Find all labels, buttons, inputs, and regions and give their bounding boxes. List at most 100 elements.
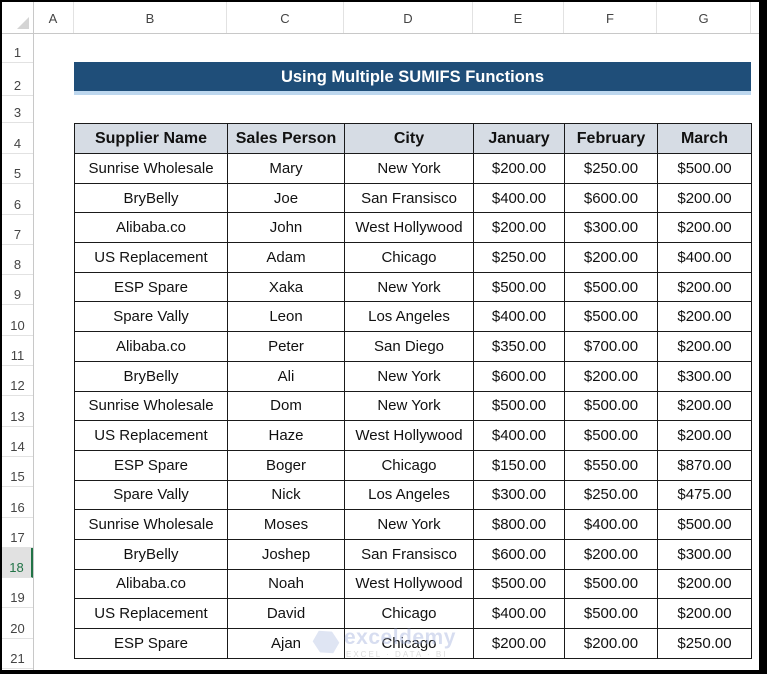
sales-person-cell[interactable]: Dom [227,390,345,422]
march-cell[interactable]: $870.00 [657,449,752,481]
city-cell[interactable]: San Fransisco [344,538,474,570]
supplier-name-cell[interactable]: Sunrise Wholesale [74,153,228,184]
march-cell[interactable]: $400.00 [657,242,752,273]
supplier-name-cell[interactable]: US Replacement [74,420,228,451]
row-header-2[interactable]: 2 [2,63,33,96]
sales-person-cell[interactable]: David [227,598,345,629]
march-cell[interactable]: $200.00 [657,568,752,600]
sales-person-cell[interactable]: Mary [227,153,345,184]
january-cell[interactable]: $200.00 [473,628,565,659]
january-cell[interactable]: $400.00 [473,182,565,214]
row-header-10[interactable]: 10 [2,306,33,336]
city-cell[interactable]: West Hollywood [344,212,474,244]
select-all-button[interactable] [2,2,34,33]
february-cell[interactable]: $500.00 [564,420,658,451]
march-cell[interactable]: $300.00 [657,360,752,392]
february-cell[interactable]: $500.00 [564,390,658,422]
city-cell[interactable]: West Hollywood [344,420,474,451]
january-cell[interactable]: $200.00 [473,212,565,244]
supplier-name-cell[interactable]: ESP Spare [74,628,228,659]
column-heading-supplier-name[interactable]: Supplier Name [74,123,228,154]
city-cell[interactable]: New York [344,271,474,303]
sales-person-cell[interactable]: Haze [227,420,345,451]
row-header-13[interactable]: 13 [2,396,33,427]
supplier-name-cell[interactable]: US Replacement [74,598,228,629]
row-header-5[interactable]: 5 [2,154,33,185]
row-header-21[interactable]: 21 [2,639,33,670]
row-header-6[interactable]: 6 [2,184,33,215]
march-cell[interactable]: $200.00 [657,598,752,629]
february-cell[interactable]: $700.00 [564,331,658,362]
february-cell[interactable]: $200.00 [564,242,658,273]
row-header-18[interactable]: 18 [2,547,33,579]
supplier-name-cell[interactable]: ESP Spare [74,271,228,303]
march-cell[interactable]: $200.00 [657,271,752,303]
supplier-name-cell[interactable]: BryBelly [74,360,228,392]
row-header-17[interactable]: 17 [2,518,33,548]
sales-person-cell[interactable]: Noah [227,568,345,600]
supplier-name-cell[interactable]: US Replacement [74,242,228,273]
city-cell[interactable]: Chicago [344,242,474,273]
february-cell[interactable]: $250.00 [564,479,658,511]
row-header-20[interactable]: 20 [2,609,33,639]
sales-person-cell[interactable]: Boger [227,449,345,481]
january-cell[interactable]: $350.00 [473,331,565,362]
february-cell[interactable]: $200.00 [564,538,658,570]
february-cell[interactable]: $500.00 [564,271,658,303]
city-cell[interactable]: Los Angeles [344,479,474,511]
march-cell[interactable]: $200.00 [657,331,752,362]
sales-person-cell[interactable]: Peter [227,331,345,362]
march-cell[interactable]: $500.00 [657,153,752,184]
city-cell[interactable]: Los Angeles [344,301,474,333]
row-header-1[interactable]: 1 [2,33,33,63]
column-heading-march[interactable]: March [657,123,752,154]
supplier-name-cell[interactable]: Alibaba.co [74,568,228,600]
supplier-name-cell[interactable]: Alibaba.co [74,331,228,362]
january-cell[interactable]: $400.00 [473,598,565,629]
february-cell[interactable]: $500.00 [564,598,658,629]
february-cell[interactable]: $550.00 [564,449,658,481]
city-cell[interactable]: New York [344,153,474,184]
january-cell[interactable]: $500.00 [473,390,565,422]
march-cell[interactable]: $200.00 [657,420,752,451]
january-cell[interactable]: $600.00 [473,360,565,392]
sales-person-cell[interactable]: Joshep [227,538,345,570]
sales-person-cell[interactable]: Joe [227,182,345,214]
city-cell[interactable]: New York [344,509,474,540]
city-cell[interactable]: San Fransisco [344,182,474,214]
row-header-8[interactable]: 8 [2,245,33,276]
column-heading-february[interactable]: February [564,123,658,154]
row-header-14[interactable]: 14 [2,427,33,457]
row-header-3[interactable]: 3 [2,96,33,123]
february-cell[interactable]: $400.00 [564,509,658,540]
city-cell[interactable]: Chicago [344,449,474,481]
sales-person-cell[interactable]: Adam [227,242,345,273]
supplier-name-cell[interactable]: Sunrise Wholesale [74,390,228,422]
sales-person-cell[interactable]: Nick [227,479,345,511]
february-cell[interactable]: $600.00 [564,182,658,214]
january-cell[interactable]: $500.00 [473,271,565,303]
sales-person-cell[interactable]: Leon [227,301,345,333]
january-cell[interactable]: $600.00 [473,538,565,570]
january-cell[interactable]: $400.00 [473,420,565,451]
row-header-4[interactable]: 4 [2,123,33,154]
row-header-15[interactable]: 15 [2,457,33,488]
january-cell[interactable]: $250.00 [473,242,565,273]
column-header-g[interactable]: G [657,2,751,33]
march-cell[interactable]: $200.00 [657,301,752,333]
january-cell[interactable]: $300.00 [473,479,565,511]
february-cell[interactable]: $500.00 [564,568,658,600]
city-cell[interactable]: San Diego [344,331,474,362]
february-cell[interactable]: $300.00 [564,212,658,244]
column-heading-sales-person[interactable]: Sales Person [227,123,345,154]
row-header-12[interactable]: 12 [2,366,33,397]
city-cell[interactable]: West Hollywood [344,568,474,600]
march-cell[interactable]: $200.00 [657,390,752,422]
supplier-name-cell[interactable]: Alibaba.co [74,212,228,244]
sales-person-cell[interactable]: Xaka [227,271,345,303]
supplier-name-cell[interactable]: Sunrise Wholesale [74,509,228,540]
sales-person-cell[interactable]: Ajan [227,628,345,659]
march-cell[interactable]: $250.00 [657,628,752,659]
city-cell[interactable]: New York [344,360,474,392]
column-header-c[interactable]: C [227,2,344,33]
